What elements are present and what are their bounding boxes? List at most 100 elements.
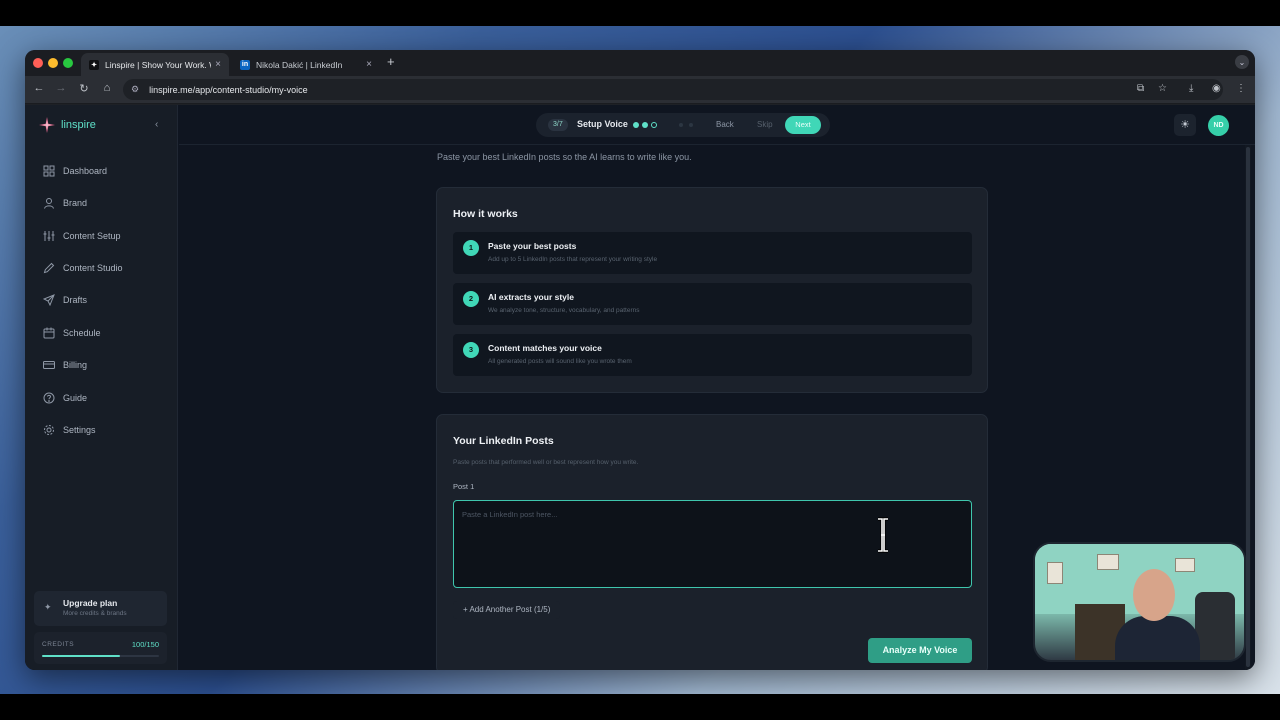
- step-dot-complete: [633, 122, 639, 128]
- gear-icon: [43, 424, 55, 436]
- next-button[interactable]: Next: [785, 116, 821, 134]
- pencil-icon: [43, 262, 55, 274]
- step-description: All generated posts will sound like you …: [488, 358, 632, 365]
- how-it-works-card: How it works 1 Paste your best posts Add…: [436, 187, 988, 393]
- credits-label: CREDITS: [42, 641, 75, 648]
- brand-name: linspire: [61, 119, 96, 131]
- step-dot-complete: [642, 122, 648, 128]
- sidebar-item-settings[interactable]: Settings: [43, 422, 96, 438]
- setup-stepper: 3/7 Setup Voice Back Skip Next: [536, 113, 830, 137]
- card-title: How it works: [453, 208, 518, 220]
- linkedin-posts-card: Your LinkedIn Posts Paste posts that per…: [436, 414, 988, 670]
- send-icon: [43, 294, 55, 306]
- upgrade-title: Upgrade plan: [63, 598, 118, 608]
- person-body: [1115, 616, 1200, 660]
- app-header: 3/7 Setup Voice Back Skip Next ☀ ND: [179, 105, 1255, 145]
- browser-menu-icon[interactable]: ⋮: [1236, 83, 1246, 94]
- credits-value: 100/150: [131, 640, 159, 649]
- wall-frame: [1097, 554, 1119, 570]
- credits-panel: CREDITS 100/150: [34, 632, 167, 664]
- scrollbar-thumb[interactable]: [1246, 147, 1250, 667]
- bookmark-star-icon[interactable]: ☆: [1158, 83, 1167, 94]
- wall-frame: [1175, 558, 1195, 572]
- linkedin-favicon-icon: in: [240, 59, 250, 70]
- sidebar-item-schedule[interactable]: Schedule: [43, 325, 101, 341]
- sidebar-item-brand[interactable]: Brand: [43, 195, 87, 211]
- grid-icon: [43, 165, 55, 177]
- back-button[interactable]: Back: [716, 120, 734, 129]
- url-text: linspire.me/app/content-studio/my-voice: [149, 84, 308, 95]
- linspire-favicon-icon: ✦: [89, 59, 99, 70]
- help-icon: [43, 392, 55, 404]
- sidebar-item-label: Guide: [63, 393, 88, 403]
- person-head: [1133, 569, 1175, 621]
- step-number-badge: 2: [463, 291, 479, 307]
- tab-linspire[interactable]: ✦ Linspire | Show Your Work. W ×: [81, 53, 229, 76]
- step-count-badge: 3/7: [548, 119, 568, 131]
- analyze-my-voice-button[interactable]: Analyze My Voice: [868, 638, 972, 663]
- close-tab-icon[interactable]: ×: [215, 59, 221, 70]
- step-title: AI extracts your style: [488, 292, 574, 302]
- sidebar-item-drafts[interactable]: Drafts: [43, 292, 87, 308]
- step-dot-pending: [689, 123, 693, 127]
- skip-button[interactable]: Skip: [757, 120, 773, 129]
- site-info-icon[interactable]: ⚙: [131, 84, 139, 95]
- how-step: 1 Paste your best posts Add up to 5 Link…: [453, 232, 972, 274]
- collapse-sidebar-chevron-icon[interactable]: ‹: [155, 119, 158, 130]
- sidebar-item-label: Schedule: [63, 328, 101, 338]
- post-label: Post 1: [453, 482, 475, 491]
- tab-title: Nikola Dakić | LinkedIn: [256, 59, 343, 70]
- upgrade-subtitle: More credits & brands: [63, 610, 127, 617]
- tab-linkedin[interactable]: in Nikola Dakić | LinkedIn ×: [232, 53, 380, 76]
- card-title: Your LinkedIn Posts: [453, 435, 554, 447]
- step-number-badge: 1: [463, 240, 479, 256]
- how-step: 2 AI extracts your style We analyze tone…: [453, 283, 972, 325]
- sidebar-item-guide[interactable]: Guide: [43, 390, 87, 406]
- credits-progress-track: [42, 655, 159, 657]
- sidebar-item-label: Settings: [63, 425, 96, 435]
- close-window-button[interactable]: [33, 58, 43, 68]
- card-subtitle: Paste posts that performed well or best …: [453, 459, 639, 466]
- sidebar-item-label: Billing: [63, 360, 88, 370]
- forward-arrow-icon[interactable]: →: [53, 82, 69, 94]
- maximize-window-button[interactable]: [63, 58, 73, 68]
- how-step: 3 Content matches your voice All generat…: [453, 334, 972, 376]
- back-arrow-icon[interactable]: ←: [31, 82, 47, 94]
- sidebar-item-dashboard[interactable]: Dashboard: [43, 163, 107, 179]
- upgrade-plan-button[interactable]: ✦ Upgrade plan More credits & brands: [34, 591, 167, 626]
- tab-search-chevron-icon[interactable]: ⌄: [1235, 55, 1249, 69]
- home-icon[interactable]: ⌂: [99, 82, 115, 94]
- sparkle-icon: [39, 117, 55, 133]
- sidebar-item-billing[interactable]: Billing: [43, 357, 87, 373]
- step-dot-pending: [679, 123, 683, 127]
- add-another-post-button[interactable]: + Add Another Post (1/5): [453, 601, 561, 619]
- sidebar-item-label: Content Setup: [63, 231, 121, 241]
- post-textarea[interactable]: [453, 500, 972, 588]
- step-name: Setup Voice: [577, 119, 628, 129]
- profile-icon[interactable]: ◉: [1212, 83, 1221, 94]
- step-description: Add up to 5 LinkedIn posts that represen…: [488, 256, 658, 263]
- wall-frame: [1047, 562, 1063, 584]
- sidebar-item-content-setup[interactable]: Content Setup: [43, 228, 121, 244]
- calendar-icon: [43, 327, 55, 339]
- install-app-icon[interactable]: ⧉: [1137, 83, 1144, 94]
- sliders-icon: [43, 230, 55, 242]
- address-bar[interactable]: ⚙ linspire.me/app/content-studio/my-voic…: [123, 79, 1223, 100]
- browser-toolbar: ← → ↻ ⌂ ⚙ linspire.me/app/content-studio…: [25, 76, 1255, 104]
- sun-icon[interactable]: ☀: [1174, 114, 1196, 136]
- screen-top-border: [0, 0, 1280, 26]
- sidebar-item-content-studio[interactable]: Content Studio: [43, 260, 123, 276]
- brand-logo[interactable]: linspire: [39, 117, 96, 133]
- step-title: Content matches your voice: [488, 343, 602, 353]
- avatar[interactable]: ND: [1208, 115, 1229, 136]
- downloads-icon[interactable]: ⤓: [1189, 83, 1193, 94]
- minimize-window-button[interactable]: [48, 58, 58, 68]
- tab-title: Linspire | Show Your Work. W: [105, 59, 212, 70]
- new-tab-button[interactable]: +: [387, 54, 395, 69]
- tab-strip: ✦ Linspire | Show Your Work. W × in Niko…: [25, 50, 1255, 76]
- step-number-badge: 3: [463, 342, 479, 358]
- sidebar: linspire ‹ Dashboard Brand Content Setup…: [25, 105, 178, 670]
- credits-progress-fill: [42, 655, 121, 657]
- reload-icon[interactable]: ↻: [76, 82, 92, 95]
- close-tab-icon[interactable]: ×: [366, 59, 372, 70]
